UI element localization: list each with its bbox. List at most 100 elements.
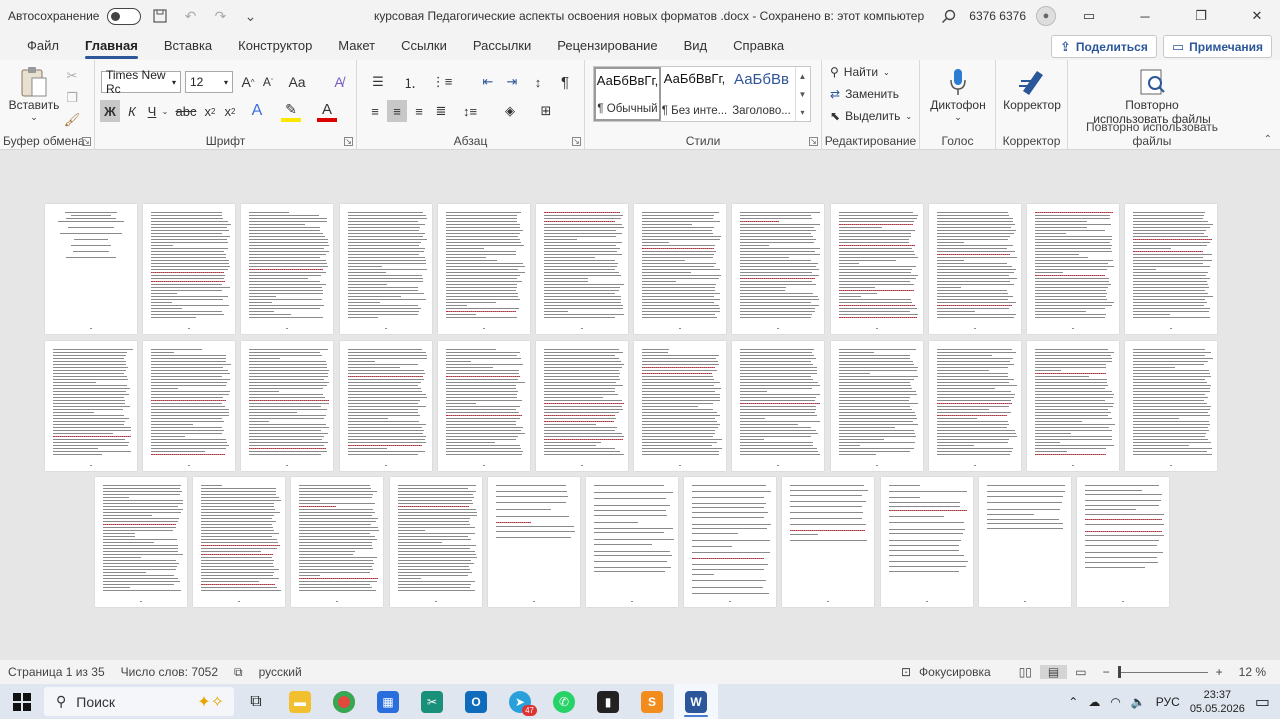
- page-thumbnail[interactable]: [928, 341, 1021, 471]
- page-thumbnail[interactable]: [241, 204, 334, 334]
- word-icon[interactable]: W: [674, 684, 718, 719]
- proofing-icon[interactable]: ⧉: [226, 665, 251, 680]
- page-thumbnail[interactable]: [45, 341, 137, 471]
- styles-scrollbar[interactable]: ▲ ▼ ▾: [795, 67, 809, 121]
- cut-icon[interactable]: ✂: [64, 65, 80, 87]
- tab-references[interactable]: Ссылки: [388, 32, 460, 60]
- format-painter-icon[interactable]: 🖌: [64, 109, 81, 131]
- page-counter[interactable]: Страница 1 из 35: [0, 665, 113, 679]
- highlight-icon[interactable]: ✎: [281, 100, 301, 122]
- find-button[interactable]: ⚲ Найти ⌄: [830, 65, 890, 79]
- zoom-in-icon[interactable]: +: [1208, 665, 1231, 679]
- page-thumbnail[interactable]: [536, 341, 628, 471]
- tab-view[interactable]: Вид: [671, 32, 721, 60]
- style-normal[interactable]: АаБбВвГг, ¶ Обычный: [594, 67, 661, 121]
- store-icon[interactable]: ▦: [366, 684, 410, 719]
- chevron-up-icon[interactable]: ⌃: [1068, 695, 1078, 709]
- ribbon-display-options-icon[interactable]: ▭: [1066, 0, 1112, 32]
- page-thumbnail[interactable]: [143, 341, 236, 471]
- keyboard-language[interactable]: РУС: [1156, 695, 1180, 709]
- chrome-icon[interactable]: [322, 684, 366, 719]
- page-thumbnail[interactable]: [830, 341, 923, 471]
- page-thumbnail[interactable]: [1027, 204, 1119, 334]
- page-thumbnail[interactable]: [880, 477, 973, 607]
- italic-icon[interactable]: К: [123, 100, 141, 122]
- increase-indent-icon[interactable]: ⇥: [501, 71, 523, 93]
- numbering-icon[interactable]: ⒈: [397, 71, 423, 93]
- avatar[interactable]: ●: [1036, 6, 1056, 26]
- zoom-slider[interactable]: [1117, 665, 1208, 678]
- font-color-icon[interactable]: A: [317, 100, 337, 122]
- page-thumbnail[interactable]: [193, 477, 286, 607]
- align-right-icon[interactable]: ≡: [409, 100, 429, 122]
- page-thumbnail[interactable]: [732, 341, 825, 471]
- zoom-out-icon[interactable]: −: [1095, 665, 1118, 679]
- maximize-icon[interactable]: ❐: [1178, 0, 1224, 32]
- borders-icon[interactable]: ⊞: [533, 100, 559, 122]
- font-size-field[interactable]: 12 ▾: [185, 71, 233, 93]
- dialog-launcher-icon[interactable]: ↘: [572, 137, 581, 146]
- focus-icon[interactable]: ⊡: [893, 665, 919, 679]
- page-thumbnail[interactable]: [143, 204, 236, 334]
- tab-layout[interactable]: Макет: [325, 32, 388, 60]
- page-thumbnail[interactable]: [830, 204, 923, 334]
- page-thumbnail[interactable]: [95, 477, 187, 607]
- underline-icon[interactable]: Ч: [143, 100, 161, 122]
- dialog-launcher-icon[interactable]: ↘: [809, 137, 818, 146]
- whatsapp-icon[interactable]: ✆: [542, 684, 586, 719]
- redo-icon[interactable]: ↷: [209, 5, 231, 27]
- word-count[interactable]: Число слов: 7052: [113, 665, 226, 679]
- page-thumbnail[interactable]: [684, 477, 777, 607]
- page-thumbnail[interactable]: [389, 477, 482, 607]
- share-button[interactable]: ⇪ Поделиться: [1050, 35, 1157, 58]
- cloud-icon[interactable]: ☁: [1088, 695, 1100, 709]
- close-icon[interactable]: ✕: [1234, 0, 1280, 32]
- tab-review[interactable]: Рецензирование: [544, 32, 670, 60]
- tab-file[interactable]: Файл: [14, 32, 72, 60]
- customize-qat-icon[interactable]: ⌄: [239, 5, 261, 27]
- zoom-slider-thumb[interactable]: [1117, 665, 1121, 678]
- shading-icon[interactable]: ◈: [497, 100, 523, 122]
- page-thumbnail[interactable]: [586, 477, 678, 607]
- collapse-ribbon-icon[interactable]: ⌃: [1264, 134, 1272, 145]
- replace-button[interactable]: ⇄ Заменить: [830, 87, 899, 101]
- strikethrough-icon[interactable]: abc: [175, 100, 197, 122]
- tab-home[interactable]: Главная: [72, 32, 151, 60]
- decrease-indent-icon[interactable]: ⇤: [477, 71, 499, 93]
- comments-button[interactable]: ▭ Примечания: [1162, 35, 1272, 58]
- multilevel-list-icon[interactable]: ⋮≡: [429, 71, 455, 93]
- notifications-icon[interactable]: ▭: [1255, 692, 1270, 712]
- editor-button[interactable]: Корректор: [1000, 66, 1064, 112]
- web-layout-icon[interactable]: ▭: [1067, 665, 1094, 679]
- page-thumbnail[interactable]: [1125, 204, 1218, 334]
- chevron-down-icon[interactable]: ▼: [799, 90, 807, 99]
- clear-formatting-icon[interactable]: A̸: [329, 71, 349, 93]
- page-thumbnail[interactable]: [45, 204, 137, 334]
- align-center-icon[interactable]: ≡: [387, 100, 407, 122]
- font-name-field[interactable]: Times New Rc ▾: [101, 68, 181, 96]
- page-thumbnail[interactable]: [339, 204, 432, 334]
- minimize-icon[interactable]: ─: [1122, 0, 1168, 32]
- notes-icon[interactable]: ▮: [586, 684, 630, 719]
- print-layout-icon[interactable]: ▤: [1039, 665, 1068, 679]
- dialog-launcher-icon[interactable]: ↘: [344, 137, 353, 146]
- select-button[interactable]: ⬉ Выделить ⌄: [830, 109, 912, 123]
- save-icon[interactable]: [149, 5, 171, 27]
- justify-icon[interactable]: ≣: [431, 100, 451, 122]
- dictate-button[interactable]: Диктофон ⌄: [926, 66, 990, 123]
- zoom-level[interactable]: 12 %: [1231, 665, 1280, 679]
- focus-mode-button[interactable]: Фокусировка: [919, 665, 1011, 679]
- reuse-files-button[interactable]: Повторно использовать файлы: [1082, 66, 1222, 126]
- wifi-icon[interactable]: ◠: [1110, 695, 1120, 709]
- text-effects-icon[interactable]: A: [247, 100, 267, 122]
- page-thumbnail[interactable]: [782, 477, 875, 607]
- page-thumbnail[interactable]: [487, 477, 580, 607]
- autosave-toggle[interactable]: [107, 7, 142, 25]
- page-thumbnail[interactable]: [978, 477, 1071, 607]
- language[interactable]: русский: [251, 665, 310, 679]
- page-thumbnail[interactable]: [732, 204, 825, 334]
- tab-insert[interactable]: Вставка: [151, 32, 225, 60]
- dialog-launcher-icon[interactable]: ↘: [82, 137, 91, 146]
- more-styles-icon[interactable]: ▾: [800, 108, 804, 117]
- superscript-icon[interactable]: x2: [221, 100, 239, 122]
